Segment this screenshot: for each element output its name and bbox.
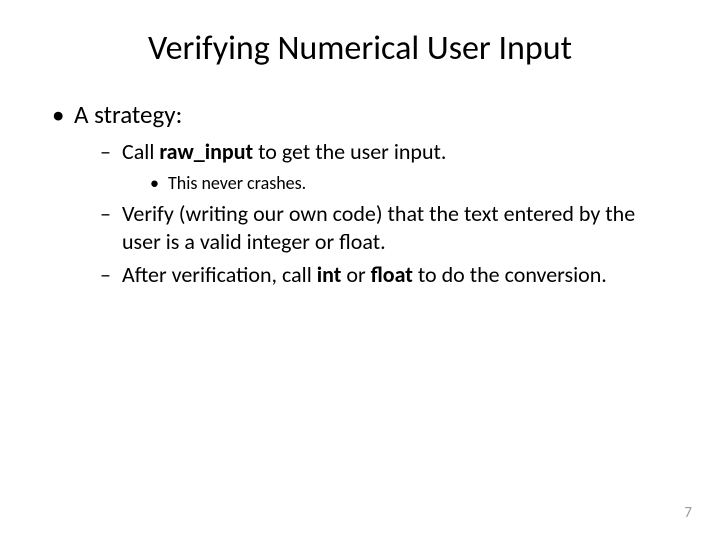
bullet-text-post: to do the conversion.: [413, 261, 607, 288]
bullet-text-pre: Call: [122, 138, 159, 165]
bullet-text-pre: After verification, call: [122, 261, 317, 288]
bullet-list-level-1: A strategy: Call raw_input to get the us…: [48, 99, 672, 289]
bullet-text: Verify (writing our own code) that the t…: [122, 200, 635, 255]
bullet-list-level-2: Call raw_input to get the user input. Th…: [74, 138, 672, 289]
slide-title: Verifying Numerical User Input: [48, 28, 672, 69]
bullet-text: A strategy:: [74, 99, 182, 130]
list-item: After verification, call int or float to…: [100, 261, 672, 289]
bullet-text-bold: raw_input: [159, 138, 253, 165]
bullet-text-mid: or: [341, 261, 370, 288]
bullet-text-bold: int: [317, 261, 342, 288]
slide: Verifying Numerical User Input A strateg…: [0, 0, 720, 540]
list-item: This never crashes.: [150, 172, 672, 195]
bullet-text-bold: float: [371, 261, 413, 288]
list-item: A strategy: Call raw_input to get the us…: [52, 99, 672, 289]
page-number: 7: [684, 504, 692, 522]
bullet-text: This never crashes.: [168, 172, 306, 194]
bullet-text-post: to get the user input.: [253, 138, 446, 165]
list-item: Call raw_input to get the user input. Th…: [100, 138, 672, 194]
list-item: Verify (writing our own code) that the t…: [100, 200, 672, 255]
bullet-list-level-3: This never crashes.: [122, 172, 672, 195]
